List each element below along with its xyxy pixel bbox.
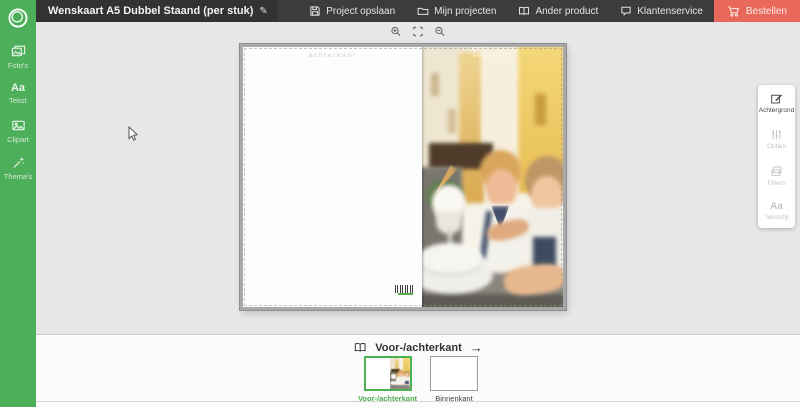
edit-title-pencil-icon[interactable]: ✎ <box>259 6 267 17</box>
front-photo[interactable] <box>422 47 563 307</box>
mouse-cursor <box>128 126 140 142</box>
sidebar-item-themas[interactable]: Thema's <box>0 149 36 186</box>
my-projects-button[interactable]: Mijn projecten <box>406 0 507 22</box>
zoom-in-icon[interactable] <box>391 26 402 37</box>
front-page-label: voorkant <box>473 53 512 59</box>
tool-label: Achtergrond <box>759 107 794 114</box>
thumbnail-preview <box>430 356 478 391</box>
tool-opties[interactable]: Opties <box>758 128 795 150</box>
order-button-label: Bestellen <box>746 6 787 17</box>
menu-label: Mijn projecten <box>434 6 496 17</box>
zoom-toolbar <box>391 26 446 37</box>
project-title-pill[interactable]: Wenskaart A5 Dubbel Staand (per stuk) ✎ <box>36 0 278 22</box>
bottom-divider <box>36 401 800 402</box>
customer-service-button[interactable]: Klantenservice <box>609 0 714 22</box>
sidebar: Foto's Aa Tekst Clipart Thema's <box>0 0 36 407</box>
tool-label: Tekststijl <box>764 214 789 221</box>
folder-icon <box>417 5 429 17</box>
sidebar-item-fotos[interactable]: Foto's <box>0 38 36 75</box>
fullscreen-icon[interactable] <box>413 26 424 37</box>
chat-icon <box>620 5 632 17</box>
page-thumbnails: Voor-/achterkant Binnenkant <box>358 356 478 403</box>
tool-label: Filters <box>768 180 786 187</box>
zoom-out-icon[interactable] <box>435 26 446 37</box>
sidebar-items: Foto's Aa Tekst Clipart Thema's <box>0 36 36 186</box>
card-front-page[interactable]: voorkant <box>422 47 563 307</box>
sidebar-item-label: Foto's <box>8 61 28 70</box>
sliders-icon <box>770 128 783 141</box>
menu-label: Project opslaan <box>326 6 395 17</box>
view-selector[interactable]: Voor-/achterkant → <box>353 340 483 355</box>
topbar-menu: Project opslaan Mijn projecten Ander pro… <box>298 0 800 22</box>
editor-canvas: achterkant <box>36 22 800 334</box>
text-style-icon: Aa <box>770 201 783 212</box>
order-button[interactable]: Bestellen <box>714 0 800 22</box>
card-back-page[interactable]: achterkant <box>243 47 422 307</box>
sidebar-item-label: Thema's <box>4 172 33 181</box>
tool-panel: Achtergrond Opties Filters Aa Tekststijl <box>758 85 795 228</box>
save-icon <box>309 5 321 17</box>
cart-icon <box>727 5 740 18</box>
save-project-button[interactable]: Project opslaan <box>298 0 406 22</box>
thumbnail-binnenkant[interactable]: Binnenkant <box>430 356 478 403</box>
topbar: Wenskaart A5 Dubbel Staand (per stuk) ✎ … <box>36 0 800 22</box>
sidebar-item-label: Clipart <box>7 135 29 144</box>
project-title: Wenskaart A5 Dubbel Staand (per stuk) <box>48 5 253 17</box>
magic-wand-icon <box>11 155 26 170</box>
menu-label: Ander product <box>535 6 598 17</box>
photos-icon <box>11 44 26 59</box>
thumbnail-voor-achterkant[interactable]: Voor-/achterkant <box>358 356 417 403</box>
open-book-icon <box>353 341 367 354</box>
text-icon: Aa <box>11 83 25 94</box>
thumbnail-photo <box>390 358 409 389</box>
tool-tekststijl[interactable]: Aa Tekststijl <box>758 201 795 221</box>
menu-label: Klantenservice <box>637 6 703 17</box>
back-page-label: achterkant <box>309 53 357 59</box>
clipart-icon <box>11 118 26 133</box>
tool-label: Opties <box>767 143 786 150</box>
ring-logo-icon <box>4 4 32 32</box>
view-label: Voor-/achterkant <box>375 342 462 354</box>
app-window: Wenskaart A5 Dubbel Staand (per stuk) ✎ … <box>0 0 800 407</box>
filters-icon <box>770 165 783 178</box>
arrow-right-icon[interactable]: → <box>470 340 483 355</box>
tool-filters[interactable]: Filters <box>758 165 795 187</box>
sidebar-item-label: Tekst <box>9 96 27 105</box>
other-product-button[interactable]: Ander product <box>507 0 609 22</box>
card-spread: achterkant <box>240 44 566 310</box>
barcode <box>395 285 415 293</box>
bottombar: Voor-/achterkant → <box>36 334 800 407</box>
app-logo[interactable] <box>0 0 36 36</box>
open-book-icon <box>518 5 530 17</box>
sidebar-item-clipart[interactable]: Clipart <box>0 112 36 149</box>
tool-achtergrond[interactable]: Achtergrond <box>758 92 795 114</box>
sidebar-item-tekst[interactable]: Aa Tekst <box>0 75 36 112</box>
background-edit-icon <box>770 92 783 105</box>
thumbnail-preview <box>363 356 411 391</box>
